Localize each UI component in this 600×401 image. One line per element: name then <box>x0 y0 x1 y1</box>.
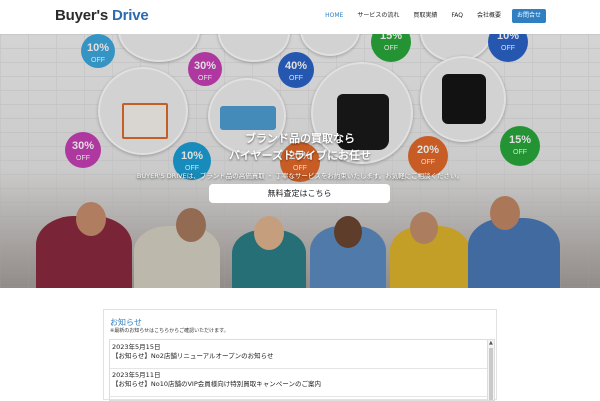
news-note: ※最新のお知らせはこちらからご確認いただけます。 <box>110 328 229 334</box>
news-section: お知らせ ※最新のお知らせはこちらからご確認いただけます。 2023年5月15日… <box>103 309 497 401</box>
news-text: 【お知らせ】No10店舗のVIP会員様向け特別買取キャンペーンのご案内 <box>112 380 321 388</box>
main-nav: HOME サービスの流れ 買取実績 FAQ 会社概要 お問合せ <box>318 9 546 23</box>
nav-results[interactable]: 買取実績 <box>406 9 444 23</box>
scroll-up-arrow-icon[interactable]: ▲ <box>489 341 493 346</box>
site-logo[interactable]: Buyer's Drive <box>55 6 149 26</box>
logo-text-part2: Drive <box>112 7 149 24</box>
nav-company[interactable]: 会社概要 <box>470 9 508 23</box>
news-list[interactable]: 2023年5月15日 【お知らせ】No2店舗リニューアルオープンのお知らせ 20… <box>109 339 495 401</box>
hero-title-line2: バイヤーズドライブにお任せ <box>228 149 372 162</box>
nav-home[interactable]: HOME <box>318 9 350 23</box>
news-date: 2023年5月15日 <box>112 343 161 351</box>
contact-button[interactable]: お問合せ <box>511 9 546 23</box>
nav-faq[interactable]: FAQ <box>444 9 470 23</box>
list-item[interactable]: 2023年5月15日 【お知らせ】No2店舗リニューアルオープンのお知らせ <box>110 343 488 369</box>
list-item[interactable]: 2023年5月11日 【お知らせ】No10店舗のVIP会員様向け特別買取キャンペ… <box>110 371 488 397</box>
scrollbar-thumb[interactable] <box>489 348 493 400</box>
hero-banner: 10% OFF 30% OFF 40% OFF 10% OFF 15% OFF 30% OF… <box>0 34 600 288</box>
news-scrollbar[interactable]: ▲ <box>487 340 494 400</box>
hero-title-line1: ブランド品の買取なら <box>245 132 355 145</box>
nav-service-flow[interactable]: サービスの流れ <box>350 9 406 23</box>
news-text: 【お知らせ】No2店舗リニューアルオープンのお知らせ <box>112 352 274 360</box>
news-date: 2023年5月11日 <box>112 371 161 379</box>
hero-subtitle: BUYER'S DRIVEは、ブランド品の高価買取 ・ 丁寧なサービスをお約束い… <box>136 172 464 180</box>
free-appraisal-button[interactable]: 無料査定はこちら <box>209 184 390 203</box>
logo-text-part1: Buyer's <box>55 7 109 24</box>
site-header: Buyer's Drive HOME サービスの流れ 買取実績 FAQ 会社概要… <box>0 0 600 34</box>
